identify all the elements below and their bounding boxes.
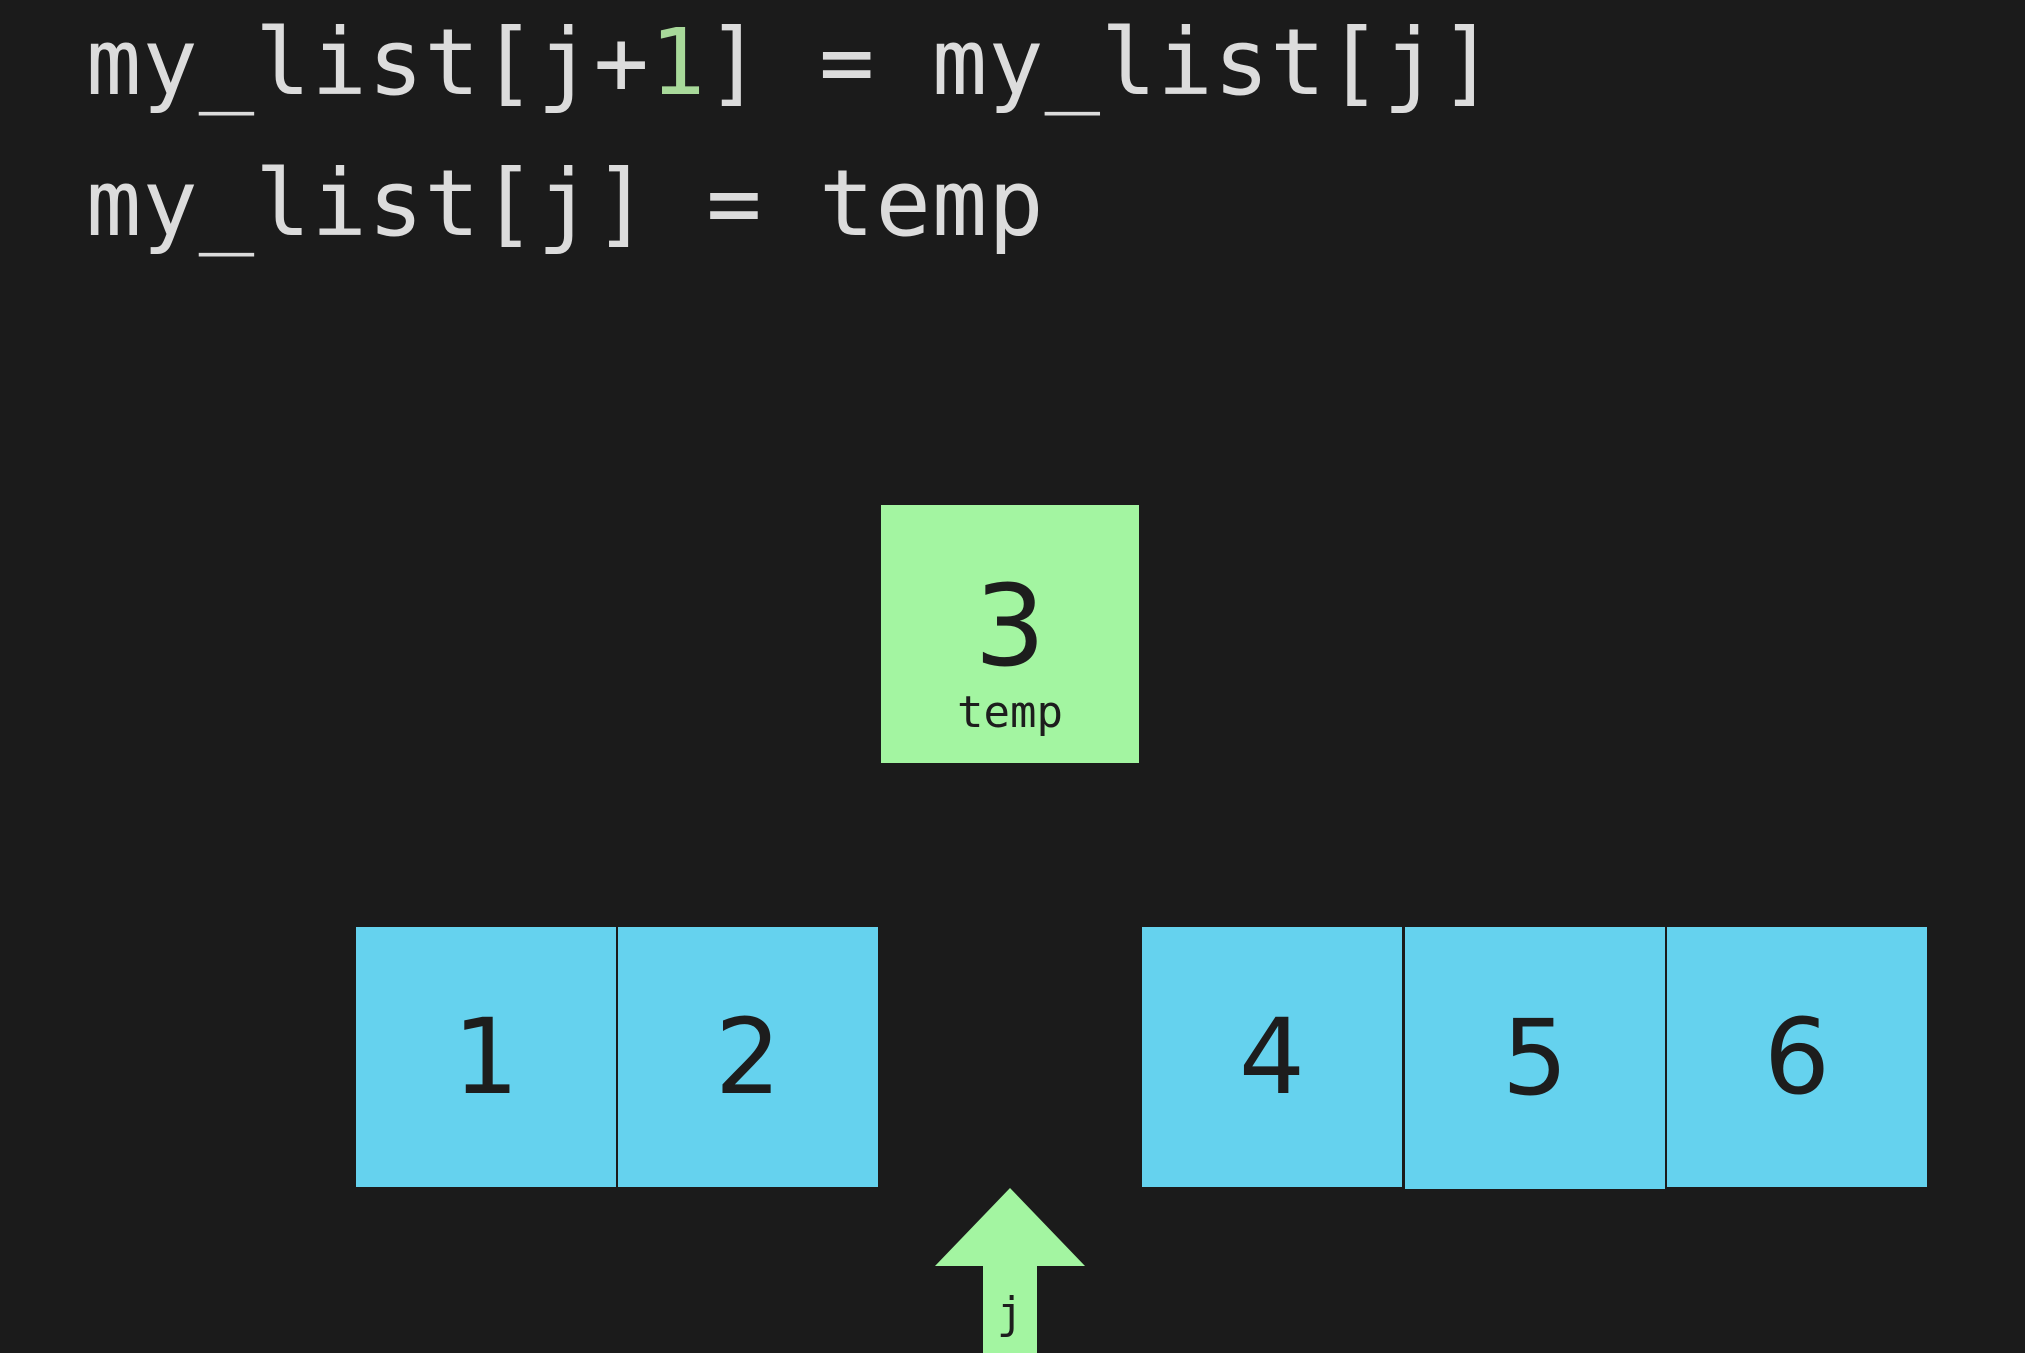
pointer-label: j bbox=[997, 1288, 1024, 1339]
code-line-1-end: ] = my_list[j] bbox=[706, 9, 1496, 116]
list-cell-value: 4 bbox=[1238, 996, 1306, 1118]
j-pointer-arrow: j bbox=[935, 1188, 1085, 1353]
code-line-1-number: 1 bbox=[649, 9, 707, 116]
code-line-1: my_list[j+1] = my_list[j] bbox=[86, 8, 1496, 118]
list-cell-value: 6 bbox=[1763, 996, 1831, 1118]
list-cell: 4 bbox=[1142, 927, 1402, 1187]
diagram-canvas: my_list[j+1] = my_list[j] my_list[j] = t… bbox=[0, 0, 2025, 1353]
temp-label: temp bbox=[957, 686, 1063, 738]
list-cell: 5 bbox=[1405, 927, 1665, 1189]
list-cell-value: 2 bbox=[714, 996, 782, 1118]
list-cell-value: 1 bbox=[452, 996, 520, 1118]
code-line-2: my_list[j] = temp bbox=[86, 150, 1045, 257]
temp-variable-box: 3 temp bbox=[881, 505, 1139, 763]
list-cell: 6 bbox=[1667, 927, 1927, 1187]
list-cell: 1 bbox=[356, 927, 616, 1187]
temp-value: 3 bbox=[974, 561, 1046, 692]
list-cell-value: 5 bbox=[1501, 997, 1569, 1119]
code-line-1-start: my_list[j+ bbox=[86, 9, 650, 116]
list-cell: 2 bbox=[618, 927, 878, 1187]
